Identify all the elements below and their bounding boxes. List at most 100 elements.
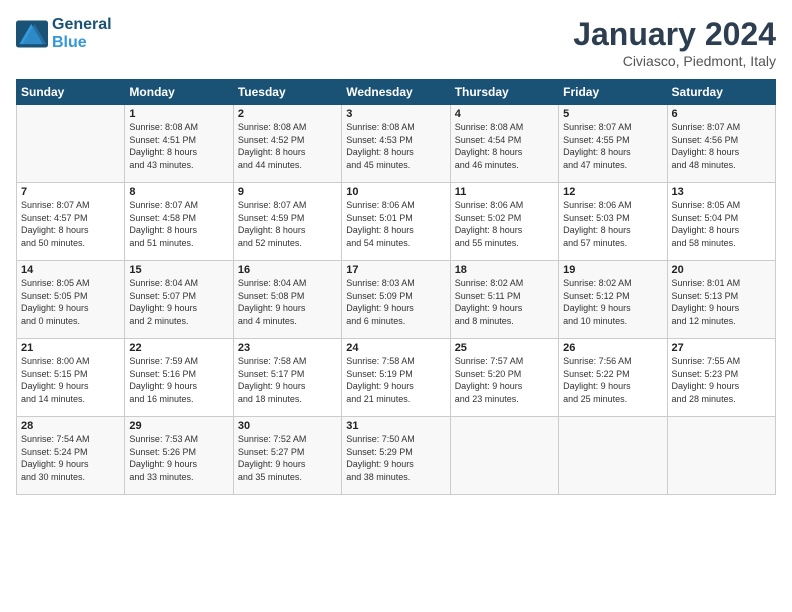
header-saturday: Saturday — [667, 80, 775, 105]
calendar-cell: 21Sunrise: 8:00 AM Sunset: 5:15 PM Dayli… — [17, 339, 125, 417]
day-number: 13 — [672, 186, 771, 198]
day-info: Sunrise: 7:57 AM Sunset: 5:20 PM Dayligh… — [455, 355, 554, 405]
day-info: Sunrise: 7:58 AM Sunset: 5:17 PM Dayligh… — [238, 355, 337, 405]
header-sunday: Sunday — [17, 80, 125, 105]
day-number: 24 — [346, 342, 445, 354]
day-number: 25 — [455, 342, 554, 354]
calendar-cell: 22Sunrise: 7:59 AM Sunset: 5:16 PM Dayli… — [125, 339, 233, 417]
day-number: 1 — [129, 108, 228, 120]
day-info: Sunrise: 8:04 AM Sunset: 5:07 PM Dayligh… — [129, 277, 228, 327]
calendar-cell: 6Sunrise: 8:07 AM Sunset: 4:56 PM Daylig… — [667, 105, 775, 183]
day-number: 18 — [455, 264, 554, 276]
day-number: 19 — [563, 264, 662, 276]
day-info: Sunrise: 8:08 AM Sunset: 4:51 PM Dayligh… — [129, 121, 228, 171]
month-title: January 2024 — [573, 16, 776, 53]
calendar-cell: 4Sunrise: 8:08 AM Sunset: 4:54 PM Daylig… — [450, 105, 558, 183]
calendar-week-3: 14Sunrise: 8:05 AM Sunset: 5:05 PM Dayli… — [17, 261, 776, 339]
location: Civiasco, Piedmont, Italy — [573, 53, 776, 69]
day-number: 17 — [346, 264, 445, 276]
calendar-cell: 1Sunrise: 8:08 AM Sunset: 4:51 PM Daylig… — [125, 105, 233, 183]
calendar-cell: 12Sunrise: 8:06 AM Sunset: 5:03 PM Dayli… — [559, 183, 667, 261]
calendar-week-2: 7Sunrise: 8:07 AM Sunset: 4:57 PM Daylig… — [17, 183, 776, 261]
day-info: Sunrise: 7:50 AM Sunset: 5:29 PM Dayligh… — [346, 433, 445, 483]
day-info: Sunrise: 8:02 AM Sunset: 5:11 PM Dayligh… — [455, 277, 554, 327]
day-number: 31 — [346, 420, 445, 432]
day-info: Sunrise: 8:07 AM Sunset: 4:55 PM Dayligh… — [563, 121, 662, 171]
day-number: 12 — [563, 186, 662, 198]
calendar-cell: 11Sunrise: 8:06 AM Sunset: 5:02 PM Dayli… — [450, 183, 558, 261]
calendar-cell: 31Sunrise: 7:50 AM Sunset: 5:29 PM Dayli… — [342, 417, 450, 495]
calendar-cell: 27Sunrise: 7:55 AM Sunset: 5:23 PM Dayli… — [667, 339, 775, 417]
day-info: Sunrise: 7:59 AM Sunset: 5:16 PM Dayligh… — [129, 355, 228, 405]
calendar-cell — [17, 105, 125, 183]
calendar-week-5: 28Sunrise: 7:54 AM Sunset: 5:24 PM Dayli… — [17, 417, 776, 495]
calendar-cell: 24Sunrise: 7:58 AM Sunset: 5:19 PM Dayli… — [342, 339, 450, 417]
day-info: Sunrise: 7:52 AM Sunset: 5:27 PM Dayligh… — [238, 433, 337, 483]
calendar-cell: 15Sunrise: 8:04 AM Sunset: 5:07 PM Dayli… — [125, 261, 233, 339]
day-number: 21 — [21, 342, 120, 354]
calendar-cell: 28Sunrise: 7:54 AM Sunset: 5:24 PM Dayli… — [17, 417, 125, 495]
calendar-cell: 9Sunrise: 8:07 AM Sunset: 4:59 PM Daylig… — [233, 183, 341, 261]
day-info: Sunrise: 8:07 AM Sunset: 4:59 PM Dayligh… — [238, 199, 337, 249]
header: General Blue January 2024 Civiasco, Pied… — [16, 16, 776, 69]
day-info: Sunrise: 8:06 AM Sunset: 5:01 PM Dayligh… — [346, 199, 445, 249]
calendar-cell — [667, 417, 775, 495]
day-number: 15 — [129, 264, 228, 276]
calendar-cell: 23Sunrise: 7:58 AM Sunset: 5:17 PM Dayli… — [233, 339, 341, 417]
day-info: Sunrise: 8:07 AM Sunset: 4:56 PM Dayligh… — [672, 121, 771, 171]
day-info: Sunrise: 8:06 AM Sunset: 5:03 PM Dayligh… — [563, 199, 662, 249]
logo-text: General Blue — [52, 16, 112, 51]
calendar-table: SundayMondayTuesdayWednesdayThursdayFrid… — [16, 79, 776, 495]
day-info: Sunrise: 8:08 AM Sunset: 4:53 PM Dayligh… — [346, 121, 445, 171]
day-number: 6 — [672, 108, 771, 120]
calendar-cell: 5Sunrise: 8:07 AM Sunset: 4:55 PM Daylig… — [559, 105, 667, 183]
calendar-cell: 26Sunrise: 7:56 AM Sunset: 5:22 PM Dayli… — [559, 339, 667, 417]
day-info: Sunrise: 8:04 AM Sunset: 5:08 PM Dayligh… — [238, 277, 337, 327]
logo: General Blue — [16, 16, 112, 51]
day-info: Sunrise: 8:03 AM Sunset: 5:09 PM Dayligh… — [346, 277, 445, 327]
calendar-cell: 7Sunrise: 8:07 AM Sunset: 4:57 PM Daylig… — [17, 183, 125, 261]
calendar-week-1: 1Sunrise: 8:08 AM Sunset: 4:51 PM Daylig… — [17, 105, 776, 183]
day-number: 16 — [238, 264, 337, 276]
day-info: Sunrise: 8:08 AM Sunset: 4:52 PM Dayligh… — [238, 121, 337, 171]
page-container: General Blue January 2024 Civiasco, Pied… — [0, 0, 792, 505]
day-info: Sunrise: 7:56 AM Sunset: 5:22 PM Dayligh… — [563, 355, 662, 405]
day-info: Sunrise: 7:54 AM Sunset: 5:24 PM Dayligh… — [21, 433, 120, 483]
calendar-cell: 3Sunrise: 8:08 AM Sunset: 4:53 PM Daylig… — [342, 105, 450, 183]
calendar-week-4: 21Sunrise: 8:00 AM Sunset: 5:15 PM Dayli… — [17, 339, 776, 417]
title-block: January 2024 Civiasco, Piedmont, Italy — [573, 16, 776, 69]
day-number: 14 — [21, 264, 120, 276]
day-number: 27 — [672, 342, 771, 354]
calendar-cell: 2Sunrise: 8:08 AM Sunset: 4:52 PM Daylig… — [233, 105, 341, 183]
calendar-cell — [559, 417, 667, 495]
day-info: Sunrise: 8:08 AM Sunset: 4:54 PM Dayligh… — [455, 121, 554, 171]
day-number: 11 — [455, 186, 554, 198]
day-info: Sunrise: 7:55 AM Sunset: 5:23 PM Dayligh… — [672, 355, 771, 405]
day-info: Sunrise: 8:05 AM Sunset: 5:04 PM Dayligh… — [672, 199, 771, 249]
day-number: 30 — [238, 420, 337, 432]
calendar-cell: 8Sunrise: 8:07 AM Sunset: 4:58 PM Daylig… — [125, 183, 233, 261]
header-friday: Friday — [559, 80, 667, 105]
day-number: 23 — [238, 342, 337, 354]
day-info: Sunrise: 8:07 AM Sunset: 4:57 PM Dayligh… — [21, 199, 120, 249]
header-monday: Monday — [125, 80, 233, 105]
day-number: 2 — [238, 108, 337, 120]
day-info: Sunrise: 7:58 AM Sunset: 5:19 PM Dayligh… — [346, 355, 445, 405]
day-info: Sunrise: 8:02 AM Sunset: 5:12 PM Dayligh… — [563, 277, 662, 327]
day-number: 26 — [563, 342, 662, 354]
day-info: Sunrise: 7:53 AM Sunset: 5:26 PM Dayligh… — [129, 433, 228, 483]
day-info: Sunrise: 8:06 AM Sunset: 5:02 PM Dayligh… — [455, 199, 554, 249]
calendar-cell: 13Sunrise: 8:05 AM Sunset: 5:04 PM Dayli… — [667, 183, 775, 261]
calendar-cell: 18Sunrise: 8:02 AM Sunset: 5:11 PM Dayli… — [450, 261, 558, 339]
day-number: 5 — [563, 108, 662, 120]
day-number: 20 — [672, 264, 771, 276]
calendar-cell: 14Sunrise: 8:05 AM Sunset: 5:05 PM Dayli… — [17, 261, 125, 339]
calendar-cell: 10Sunrise: 8:06 AM Sunset: 5:01 PM Dayli… — [342, 183, 450, 261]
day-info: Sunrise: 8:07 AM Sunset: 4:58 PM Dayligh… — [129, 199, 228, 249]
day-number: 28 — [21, 420, 120, 432]
day-number: 8 — [129, 186, 228, 198]
day-number: 4 — [455, 108, 554, 120]
day-info: Sunrise: 8:00 AM Sunset: 5:15 PM Dayligh… — [21, 355, 120, 405]
calendar-header-row: SundayMondayTuesdayWednesdayThursdayFrid… — [17, 80, 776, 105]
header-thursday: Thursday — [450, 80, 558, 105]
